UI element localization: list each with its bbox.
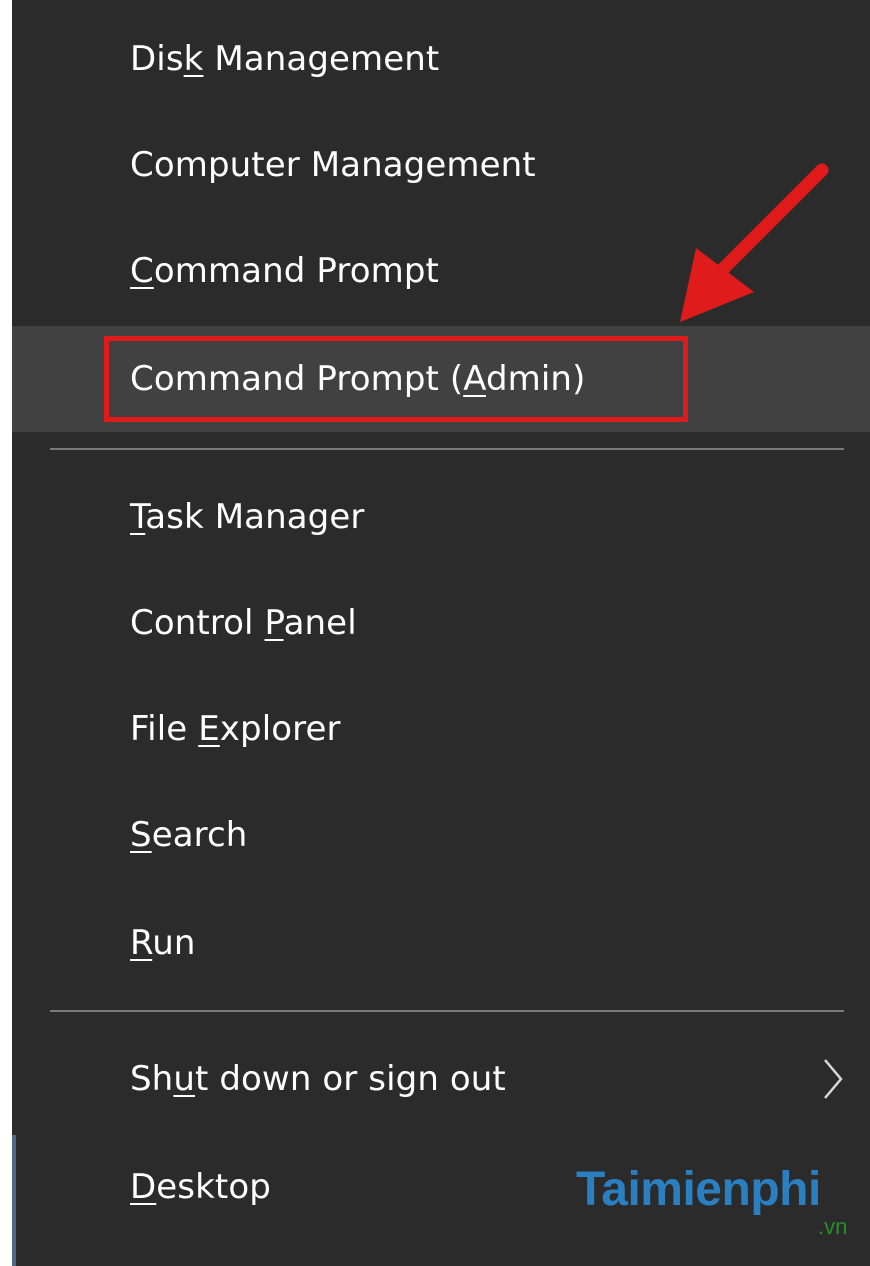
menu-item-label: Command Prompt [130,251,439,291]
menu-item-label: Desktop [130,1167,271,1207]
menu-item-label: Control Panel [130,603,357,643]
window-edge [12,1135,16,1266]
menu-item-disk-management[interactable]: Disk Management [12,6,870,112]
menu-item-label: Disk Management [130,39,440,79]
menu-item-shut-down-or-sign-out[interactable]: Shut down or sign out [12,1026,870,1132]
context-menu: Disk Management Computer Management Comm… [12,0,870,1266]
menu-item-task-manager[interactable]: Task Manager [12,464,870,570]
menu-separator [50,1010,844,1012]
menu-item-label: Search [130,815,248,855]
menu-item-label: Task Manager [130,497,365,537]
highlight-box [104,336,688,422]
chevron-right-icon [824,1059,843,1099]
red-arrow-icon [680,163,829,322]
menu-item-control-panel[interactable]: Control Panel [12,570,870,676]
menu-item-label: Run [130,923,196,963]
menu-separator [50,448,844,450]
menu-item-label: Computer Management [130,145,536,185]
menu-item-run[interactable]: Run [12,890,870,996]
menu-item-label: Shut down or sign out [130,1059,506,1099]
menu-item-search[interactable]: Search [12,782,870,888]
menu-item-label: File Explorer [130,709,341,749]
watermark-suffix: .vn [818,1214,848,1239]
watermark-logo: Taimienphi [576,1163,821,1216]
menu-item-file-explorer[interactable]: File Explorer [12,676,870,782]
